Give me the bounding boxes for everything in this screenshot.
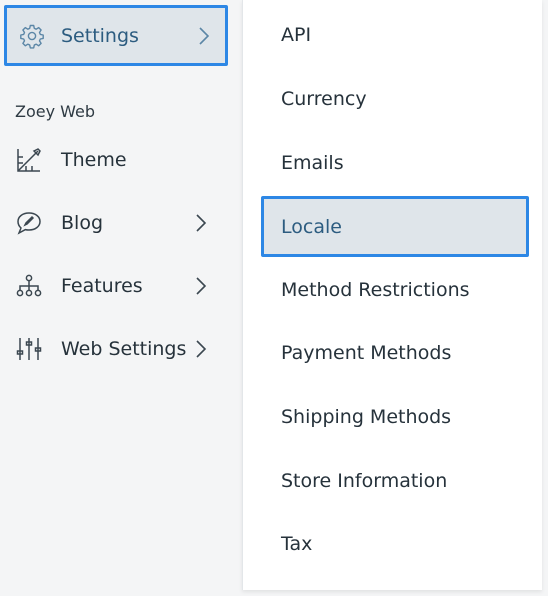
sidebar: Settings Zoey Web Theme Blog Features We… [0,0,242,596]
section-label: Zoey Web [15,102,96,121]
submenu-item-locale[interactable]: Locale [261,196,529,257]
submenu-item-shipping-methods[interactable]: Shipping Methods [243,387,542,447]
submenu-item-payment-methods[interactable]: Payment Methods [243,323,542,383]
sidebar-item-blog[interactable]: Blog [0,192,230,254]
submenu-item-label: Payment Methods [281,342,452,364]
submenu-item-label: Tax [281,533,313,555]
settings-submenu: API Currency Emails Locale Method Restri… [242,0,542,590]
gear-icon [17,21,47,51]
sidebar-item-web-settings[interactable]: Web Settings [0,318,230,380]
submenu-item-emails[interactable]: Emails [243,133,542,193]
submenu-item-label: Store Information [281,470,448,492]
submenu-item-label: Locale [281,215,342,238]
sidebar-item-label: Features [61,275,143,297]
sidebar-item-features[interactable]: Features [0,255,230,317]
submenu-item-method-restrictions[interactable]: Method Restrictions [243,260,542,320]
sidebar-item-label: Blog [61,212,103,234]
submenu-item-label: API [281,24,312,46]
submenu-item-store-information[interactable]: Store Information [243,451,542,511]
sliders-icon [14,334,44,364]
submenu-item-currency[interactable]: Currency [243,69,542,129]
sidebar-item-settings[interactable]: Settings [4,5,228,66]
submenu-item-api[interactable]: API [243,5,542,65]
chevron-right-icon [192,211,210,235]
sidebar-item-label: Web Settings [61,338,187,360]
submenu-item-label: Method Restrictions [281,279,470,301]
theme-icon [14,145,44,175]
chevron-right-icon [195,24,213,48]
chevron-right-icon [192,274,210,298]
sidebar-item-label: Theme [61,149,127,171]
submenu-item-label: Currency [281,88,367,110]
sidebar-item-label: Settings [61,24,139,47]
chevron-right-icon [192,337,210,361]
hierarchy-icon [14,271,44,301]
submenu-item-label: Emails [281,152,344,174]
submenu-item-tax[interactable]: Tax [243,514,542,574]
chat-bubble-icon [14,208,44,238]
submenu-item-label: Shipping Methods [281,406,452,428]
sidebar-item-theme[interactable]: Theme [0,129,230,191]
